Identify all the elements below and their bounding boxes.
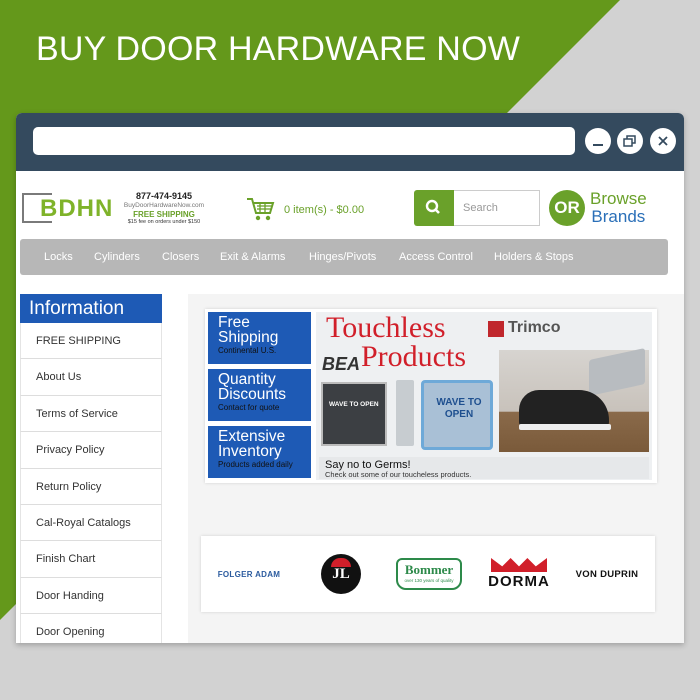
sidebar-item-return-policy[interactable]: Return Policy — [20, 468, 162, 505]
search-button[interactable] — [414, 190, 454, 226]
brand-von-duprin[interactable]: VON DUPRIN — [563, 536, 651, 612]
nav-locks[interactable]: Locks — [44, 239, 73, 275]
promo-extensive-inventory[interactable]: Extensive Inventory Products added daily — [208, 426, 311, 478]
search-icon — [425, 199, 440, 214]
sidebar-item-free-shipping[interactable]: FREE SHIPPING — [20, 323, 162, 360]
nav-holders-stops[interactable]: Holders & Stops — [494, 239, 573, 275]
promo-title: BUY DOOR HARDWARE NOW — [36, 30, 521, 68]
website: BDHN 877-474-9145 BuyDoorHardwareNow.com… — [16, 171, 684, 643]
sidebar-item-door-opening[interactable]: Door Opening — [20, 614, 162, 643]
wave-plate-blue: WAVE TO OPEN — [421, 380, 493, 450]
promo-heading: Discounts — [218, 386, 287, 403]
promo-subtext: Products added daily — [218, 460, 293, 469]
jl-logo-icon: JL — [321, 554, 361, 594]
window-titlebar — [16, 113, 684, 171]
contact-block: 877-474-9145 BuyDoorHardwareNow.com FREE… — [114, 191, 214, 225]
address-bar[interactable] — [33, 127, 575, 155]
brand-jl[interactable]: JL — [311, 536, 371, 612]
sidebar-item-about-us[interactable]: About Us — [20, 359, 162, 396]
foot-pull-photo — [499, 348, 649, 452]
wave-plate-dark: WAVE TO OPEN — [321, 382, 387, 446]
restore-icon[interactable] — [617, 128, 643, 154]
free-shipping-label: FREE SHIPPING — [133, 210, 195, 219]
dorma-logo-text: DORMA — [488, 573, 550, 590]
promo-quantity-discounts[interactable]: Quantity Discounts Contact for quote — [208, 369, 311, 421]
brand-bommer[interactable]: Bommer over 130 years of quality — [389, 536, 469, 612]
cart-icon[interactable] — [245, 194, 275, 224]
promo-heading: Quantity — [218, 371, 276, 388]
nav-cylinders[interactable]: Cylinders — [94, 239, 140, 275]
or-badge: OR — [549, 190, 585, 226]
bommer-logo: Bommer over 130 years of quality — [396, 558, 462, 590]
wave-plate-label: WAVE TO OPEN — [436, 397, 482, 420]
promo-subtext: Continental U.S. — [218, 346, 277, 355]
brand-dorma[interactable]: DORMA — [481, 536, 557, 612]
information-sidebar: Information FREE SHIPPING About Us Terms… — [20, 294, 162, 643]
shoe-image — [519, 390, 609, 428]
touchless-products-ad[interactable]: Touchless Products Trimco BEA WAVE TO OP… — [316, 312, 652, 480]
nav-access-control[interactable]: Access Control — [399, 239, 473, 275]
minimize-icon[interactable] — [585, 128, 611, 154]
sidebar-item-privacy[interactable]: Privacy Policy — [20, 432, 162, 469]
bommer-logo-tagline: over 130 years of quality — [404, 578, 454, 583]
browse-brands-link[interactable]: Browse Brands — [590, 190, 647, 226]
search-input[interactable]: Search — [454, 190, 540, 226]
shoe-sole — [519, 424, 611, 430]
logo-text: BDHN — [40, 195, 114, 222]
products-title: Products — [361, 340, 466, 373]
sidebar-item-finish-chart[interactable]: Finish Chart — [20, 541, 162, 578]
sidebar-title: Information — [20, 294, 162, 323]
sidebar-item-door-handing[interactable]: Door Handing — [20, 577, 162, 615]
promo-heading: Inventory — [218, 443, 282, 460]
narrow-switch — [396, 380, 414, 446]
main-nav: Locks Cylinders Closers Exit & Alarms Hi… — [20, 239, 668, 275]
promo-heading: Extensive — [218, 428, 286, 445]
brand-strip: FOLGER ADAM JL Bommer over 130 years of … — [201, 536, 655, 612]
foot-pull-bracket — [589, 348, 645, 396]
dorma-crown-icon — [491, 558, 547, 572]
promo-free-shipping[interactable]: Free Shipping Continental U.S. — [208, 312, 311, 364]
promo-heading: Shipping — [218, 329, 279, 346]
jl-logo-text: JL — [332, 566, 350, 582]
bommer-logo-text: Bommer — [404, 562, 454, 577]
germs-subtitle: Check out some of our toucheless product… — [325, 470, 472, 479]
site-logo[interactable]: BDHN — [22, 193, 114, 223]
browse-label: Browse — [590, 189, 647, 208]
touchless-title: Touchless — [326, 311, 446, 344]
brand-folger-adam[interactable]: FOLGER ADAM — [207, 536, 291, 612]
phone-number[interactable]: 877-474-9145 — [114, 191, 214, 201]
trimco-logo-icon — [488, 321, 504, 337]
touchless-banner[interactable]: Free Shipping Continental U.S. Quantity … — [205, 309, 657, 483]
nav-closers[interactable]: Closers — [162, 239, 199, 275]
site-url: BuyDoorHardwareNow.com — [123, 202, 205, 209]
promo-heading: Free — [218, 314, 250, 331]
close-icon[interactable] — [650, 128, 676, 154]
free-shipping-note: $15 fee on orders under $150 — [127, 219, 201, 225]
main-content: Free Shipping Continental U.S. Quantity … — [188, 294, 684, 643]
sidebar-item-terms[interactable]: Terms of Service — [20, 395, 162, 433]
germs-caption: Say no to Germs! Check out some of our t… — [319, 457, 649, 479]
cart-summary[interactable]: 0 item(s) - $0.00 — [284, 204, 364, 216]
wave-plate-label: WAVE TO OPEN — [329, 401, 379, 408]
jl-logo-accent — [331, 558, 351, 567]
nav-exit-alarms[interactable]: Exit & Alarms — [220, 239, 285, 275]
trimco-logo: Trimco — [508, 319, 561, 336]
nav-hinges-pivots[interactable]: Hinges/Pivots — [309, 239, 376, 275]
browser-window: BDHN 877-474-9145 BuyDoorHardwareNow.com… — [16, 113, 684, 643]
bea-logo: BEA — [322, 354, 361, 374]
promo-subtext: Contact for quote — [218, 403, 280, 412]
brands-label: Brands — [591, 207, 646, 226]
sidebar-item-catalogs[interactable]: Cal-Royal Catalogs — [20, 504, 162, 542]
